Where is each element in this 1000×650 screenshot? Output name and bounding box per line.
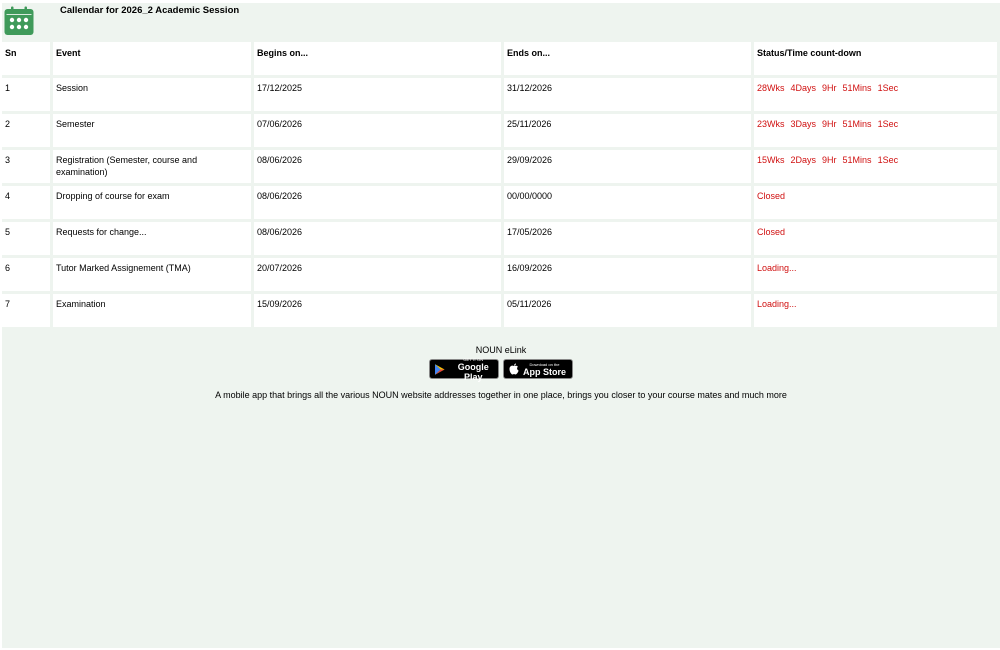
- calendar-icon: [4, 6, 34, 35]
- cell-ends: 25/11/2026: [504, 114, 751, 147]
- cell-status: Closed: [754, 186, 997, 219]
- table-row: 2 Semester 07/06/2026 25/11/2026 23Wks 3Days 9…: [2, 114, 997, 147]
- app-name: NOUN eLink: [475, 345, 527, 355]
- cell-event: Registration (Semester, course and exami…: [53, 150, 251, 183]
- status-segment: 51Mins: [842, 83, 872, 93]
- column-header-ends: Ends on...: [504, 42, 751, 75]
- page-frame: Callendar for 2026_2 Academic Session Sn…: [2, 3, 1000, 648]
- app-promo: NOUN eLink GET IT ON Google Play Downloa…: [2, 345, 1000, 400]
- cell-begins: 17/12/2025: [254, 78, 501, 111]
- status-segment: 9Hr: [822, 155, 837, 165]
- cell-begins: 07/06/2026: [254, 114, 501, 147]
- cell-begins: 08/06/2026: [254, 186, 501, 219]
- column-header-begins: Begins on...: [254, 42, 501, 75]
- cell-status: Closed: [754, 222, 997, 255]
- cell-status: 15Wks 2Days 9Hr 51Mins 1Sec: [754, 150, 997, 183]
- cell-ends: 16/09/2026: [504, 258, 751, 291]
- table-row: 4 Dropping of course for exam 08/06/2026 00…: [2, 186, 997, 219]
- status-segment: 51Mins: [842, 155, 872, 165]
- cell-ends: 05/11/2026: [504, 294, 751, 327]
- table-row: 1 Session 17/12/2025 31/12/2026 28Wks 4Days 9H…: [2, 78, 997, 111]
- status-segment: Closed: [757, 191, 786, 201]
- cell-begins: 08/06/2026: [254, 222, 501, 255]
- cell-sn: 7: [2, 294, 50, 327]
- cell-sn: 4: [2, 186, 50, 219]
- status-segment: 9Hr: [822, 83, 837, 93]
- status-segment: 51Mins: [842, 119, 872, 129]
- cell-sn: 2: [2, 114, 50, 147]
- status-segment: 4Days: [790, 83, 817, 93]
- cell-status: 28Wks 4Days 9Hr 51Mins 1Sec: [754, 78, 997, 111]
- status-segment: 2Days: [790, 155, 817, 165]
- apple-icon: [509, 363, 519, 375]
- column-header-sn: Sn: [2, 42, 50, 75]
- status-segment: 3Days: [790, 119, 817, 129]
- cell-ends: 00/00/0000: [504, 186, 751, 219]
- google-play-badge[interactable]: GET IT ON Google Play: [429, 357, 499, 382]
- calendar-table: Sn Event Begins on... Ends on... Status/…: [0, 39, 1000, 330]
- cell-sn: 1: [2, 78, 50, 111]
- cell-begins: 20/07/2026: [254, 258, 501, 291]
- cell-ends: 31/12/2026: [504, 78, 751, 111]
- table-header-row: Sn Event Begins on... Ends on... Status/…: [2, 42, 997, 75]
- cell-event: Dropping of course for exam: [53, 186, 251, 219]
- status-segment: 9Hr: [822, 119, 837, 129]
- column-header-status: Status/Time count-down: [754, 42, 997, 75]
- status-segment: 1Sec: [877, 119, 899, 129]
- table-row: 7 Examination 15/09/2026 05/11/2026 Loading.…: [2, 294, 997, 327]
- cell-ends: 17/05/2026: [504, 222, 751, 255]
- cell-event: Tutor Marked Assignement (TMA): [53, 258, 251, 291]
- status-segment: 15Wks: [757, 155, 785, 165]
- cell-event: Session: [53, 78, 251, 111]
- status-segment: 1Sec: [877, 155, 899, 165]
- cell-event: Requests for change...: [53, 222, 251, 255]
- status-segment: Loading...: [757, 299, 797, 309]
- app-store-label: App Store: [523, 366, 567, 377]
- play-store-icon: [435, 363, 445, 375]
- table-row: 5 Requests for change... 08/06/2026 17/05/2…: [2, 222, 997, 255]
- status-segment: Closed: [757, 227, 786, 237]
- status-segment: Loading...: [757, 263, 797, 273]
- cell-begins: 15/09/2026: [254, 294, 501, 327]
- status-segment: 1Sec: [877, 83, 899, 93]
- table-row: 3 Registration (Semester, course and exam…: [2, 150, 997, 183]
- status-segment: 28Wks: [757, 83, 785, 93]
- cell-ends: 29/09/2026: [504, 150, 751, 183]
- column-header-event: Event: [53, 42, 251, 75]
- page-title: Callendar for 2026_2 Academic Session: [60, 5, 240, 16]
- cell-status: Loading...: [754, 258, 997, 291]
- app-description: A mobile app that brings all the various…: [215, 390, 787, 400]
- cell-status: 23Wks 3Days 9Hr 51Mins 1Sec: [754, 114, 997, 147]
- status-segment: 23Wks: [757, 119, 785, 129]
- cell-sn: 3: [2, 150, 50, 183]
- table-row: 6 Tutor Marked Assignement (TMA) 20/07/202…: [2, 258, 997, 291]
- cell-event: Examination: [53, 294, 251, 327]
- cell-event: Semester: [53, 114, 251, 147]
- cell-sn: 5: [2, 222, 50, 255]
- cell-sn: 6: [2, 258, 50, 291]
- cell-begins: 08/06/2026: [254, 150, 501, 183]
- google-play-label: Google Play: [457, 361, 489, 382]
- app-store-badge[interactable]: Download on the App Store: [503, 359, 573, 379]
- cell-status: Loading...: [754, 294, 997, 327]
